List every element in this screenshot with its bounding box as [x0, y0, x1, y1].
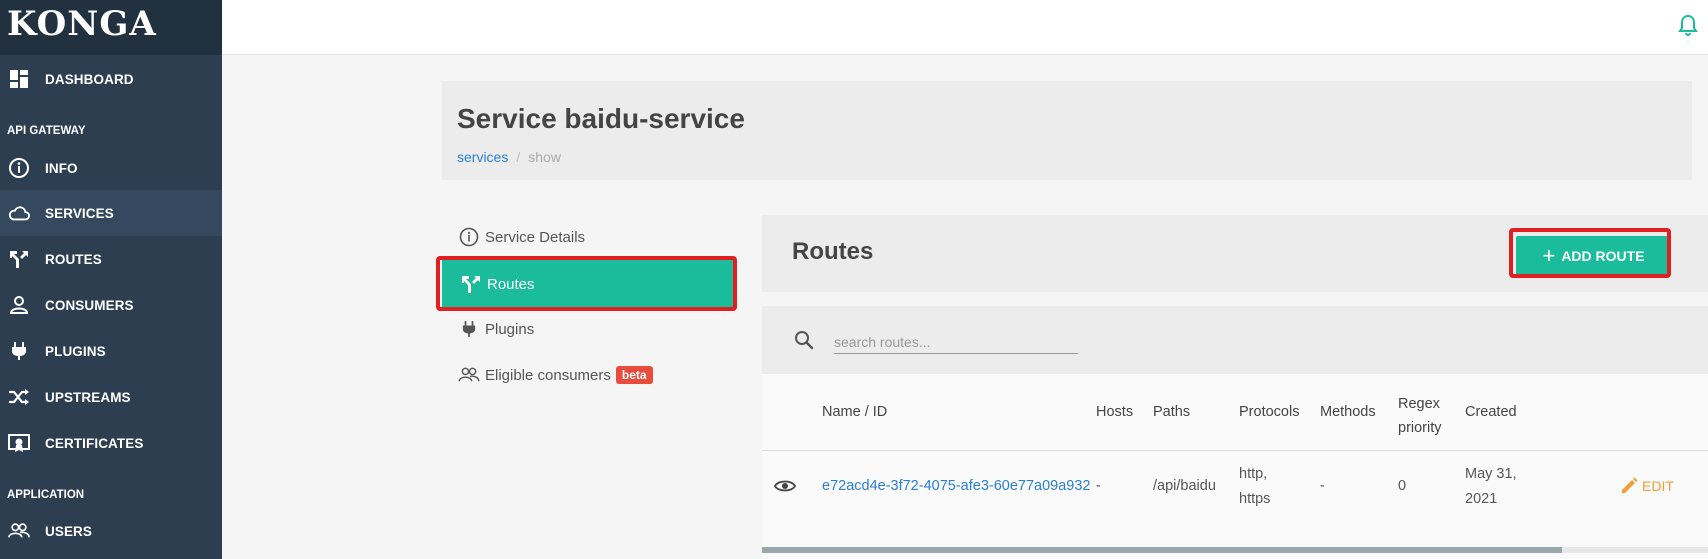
tab-label: Plugins [485, 320, 535, 338]
sidebar-item-certificates[interactable]: CERTIFICATES [0, 420, 222, 466]
sidebar-item-routes[interactable]: ROUTES [0, 236, 222, 282]
route-created-cell: May 31, 2021 [1465, 462, 1517, 512]
highlight-box-add-route [1509, 228, 1671, 278]
eye-icon[interactable] [773, 478, 797, 499]
dashboard-icon [8, 68, 30, 90]
sidebar-item-plugins[interactable]: PLUGINS [0, 328, 222, 374]
section-api-gateway: API GATEWAY [7, 125, 86, 137]
service-header: Service baidu-service services / show [442, 81, 1692, 180]
route-id-cell: e72acd4e-3f72-4075-afe3-60e77a09a932 [822, 474, 1090, 499]
route-hosts-cell: - [1096, 478, 1101, 494]
routes-icon [8, 248, 30, 270]
column-header-regex-priority[interactable]: Regex priority [1398, 392, 1442, 440]
breadcrumb-services-link[interactable]: services [457, 149, 508, 165]
sidebar-item-label: UPSTREAMS [45, 389, 131, 405]
plug-icon [458, 318, 480, 340]
user-icon [8, 294, 30, 316]
beta-badge: beta [615, 366, 653, 384]
konga-logo[interactable]: KONGA [0, 0, 222, 55]
header-divider [762, 450, 1708, 451]
info-icon [8, 157, 30, 179]
created-date: May 31, [1465, 466, 1517, 482]
column-header-methods[interactable]: Methods [1320, 404, 1376, 420]
routes-search-bar [762, 306, 1708, 374]
horizontal-scrollbar[interactable] [762, 547, 1708, 553]
info-icon [458, 226, 480, 248]
tab-label: Eligible consumers [485, 366, 611, 384]
column-header-created[interactable]: Created [1465, 404, 1517, 420]
route-methods-cell: - [1320, 478, 1325, 494]
plug-icon [8, 340, 30, 362]
shuffle-icon [8, 386, 30, 408]
tab-service-details[interactable]: Service Details [440, 214, 736, 260]
breadcrumb-separator: / [516, 149, 521, 165]
sidebar-item-label: ROUTES [45, 251, 102, 267]
sidebar-item-label: CERTIFICATES [45, 435, 144, 451]
cloud-icon [8, 202, 30, 224]
created-year: 2021 [1465, 491, 1498, 507]
search-routes-input[interactable] [834, 330, 1078, 354]
protocol-http: http, [1239, 466, 1268, 482]
users-icon [8, 520, 30, 542]
tab-label: Service Details [485, 228, 586, 246]
sidebar-item-info[interactable]: INFO [0, 145, 222, 191]
certificate-icon [8, 432, 30, 454]
sidebar-item-upstreams[interactable]: UPSTREAMS [0, 374, 222, 420]
pencil-icon [1620, 477, 1638, 495]
column-header-paths[interactable]: Paths [1153, 404, 1190, 420]
column-header-regex-line1: Regex [1398, 396, 1440, 412]
users-icon [458, 364, 480, 386]
breadcrumb: services / show [457, 149, 561, 165]
search-icon [794, 330, 814, 355]
sidebar-item-label: CONSUMERS [45, 297, 134, 313]
tab-plugins[interactable]: Plugins [440, 306, 736, 352]
sidebar: KONGA DASHBOARD API GATEWAY INFO SERVICE… [0, 0, 222, 559]
sidebar-item-dashboard[interactable]: DASHBOARD [0, 56, 222, 102]
protocol-https: https [1239, 491, 1271, 507]
column-header-regex-line2: priority [1398, 420, 1442, 436]
tab-eligible-consumers[interactable]: Eligible consumers beta [440, 352, 736, 398]
routes-table: Name / ID Hosts Paths Protocols Methods … [762, 374, 1708, 559]
highlight-box-routes-tab [436, 256, 737, 311]
route-protocols-cell: http, https [1239, 462, 1270, 512]
section-application: APPLICATION [7, 489, 85, 501]
sidebar-item-services[interactable]: SERVICES [0, 190, 222, 236]
breadcrumb-current: show [528, 149, 561, 165]
routes-title: Routes [792, 238, 874, 265]
route-paths-cell: /api/baidu [1153, 478, 1216, 494]
bell-icon[interactable] [1678, 14, 1698, 41]
sidebar-item-label: PLUGINS [45, 343, 106, 359]
column-header-name-id[interactable]: Name / ID [822, 404, 887, 420]
edit-label: EDIT [1642, 478, 1674, 494]
edit-route-button[interactable]: EDIT [1620, 477, 1674, 495]
top-bar [222, 0, 1708, 55]
sidebar-item-label: DASHBOARD [45, 71, 134, 87]
column-header-protocols[interactable]: Protocols [1239, 404, 1299, 420]
sidebar-item-label: SERVICES [45, 205, 114, 221]
sidebar-item-users[interactable]: USERS [0, 508, 222, 554]
column-header-hosts[interactable]: Hosts [1096, 404, 1133, 420]
route-regex-priority-cell: 0 [1398, 478, 1407, 494]
sidebar-item-label: USERS [45, 523, 93, 539]
scrollbar-thumb[interactable] [762, 547, 1562, 553]
sidebar-item-consumers[interactable]: CONSUMERS [0, 282, 222, 328]
sidebar-item-label: INFO [45, 160, 78, 176]
page-title: Service baidu-service [457, 103, 745, 134]
route-id-link[interactable]: e72acd4e-3f72-4075-afe3-60e77a09a932 [822, 478, 1090, 494]
